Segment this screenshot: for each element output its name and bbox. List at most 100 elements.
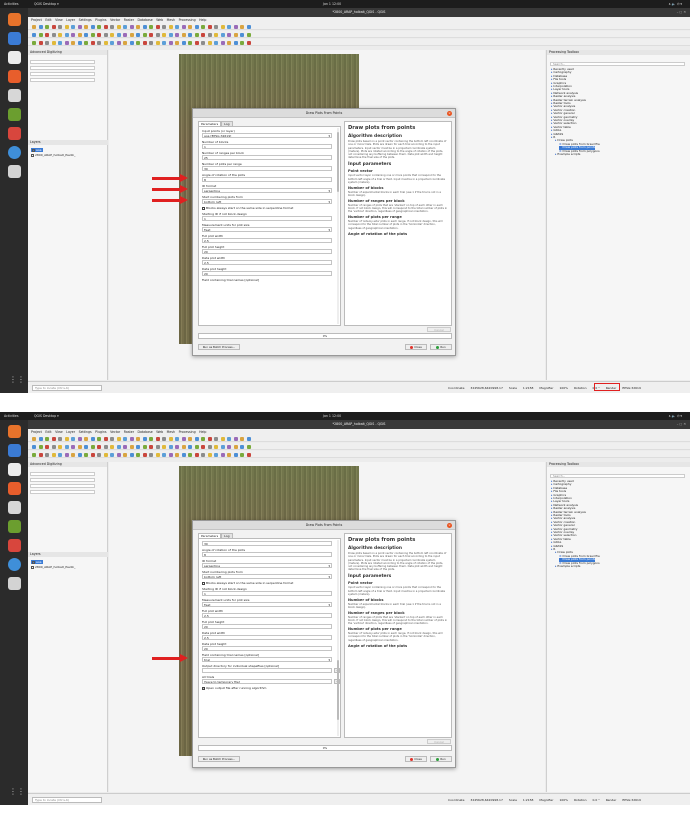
toolbar-tool-icon[interactable] (233, 32, 238, 37)
toolbar-tool-icon[interactable] (188, 436, 192, 441)
impress-icon[interactable] (8, 70, 21, 83)
toolbar-tool-icon[interactable] (64, 444, 69, 449)
toolbar-tool-icon[interactable] (142, 24, 147, 29)
toolbar-tool-icon[interactable] (136, 32, 140, 37)
toolbar-tool-icon[interactable] (155, 436, 160, 441)
toolbar-tool-icon[interactable] (214, 32, 218, 37)
toolbar-tool-icon[interactable] (201, 444, 205, 449)
toolbar-tool-icon[interactable] (220, 24, 225, 29)
toolbar-tool-icon[interactable] (58, 452, 62, 457)
toolbar-tool-icon[interactable] (246, 436, 251, 441)
toolbar-tool-icon[interactable] (129, 436, 134, 441)
system-tray[interactable]: ⯅ 🔈 ⏻ ▾ (668, 0, 682, 8)
toolbar-tool-icon[interactable] (227, 444, 231, 449)
toolbar-tool-icon[interactable] (168, 24, 173, 29)
param-dropdown[interactable]: serpentine (202, 563, 332, 568)
toolbar-tool-icon[interactable] (116, 436, 121, 441)
menu-settings[interactable]: Settings (79, 430, 92, 434)
help-icon[interactable] (8, 146, 21, 159)
toolbar-tool-icon[interactable] (168, 452, 173, 457)
toolbar-tool-icon[interactable] (123, 40, 127, 45)
toolbar-tool-icon[interactable] (201, 452, 205, 457)
dialog-close-icon[interactable]: × (447, 111, 452, 116)
close-button[interactable]: Close (405, 344, 427, 350)
layer-visibility-checkbox[interactable] (32, 148, 35, 152)
menu-database[interactable]: Database (138, 18, 153, 22)
toolbar-tool-icon[interactable] (103, 436, 108, 441)
parameters-scrollbar[interactable] (337, 540, 339, 736)
window-controls[interactable]: – ▢ ✕ (677, 420, 686, 429)
param-input[interactable]: 1 (202, 591, 332, 596)
run-button[interactable]: Run (430, 344, 452, 350)
toolbar-tool-icon[interactable] (194, 452, 199, 457)
toolbar-tool-icon[interactable] (38, 452, 43, 457)
param-dropdown[interactable]: bottom_left (202, 199, 332, 204)
magnifier-field[interactable]: 100% (559, 798, 568, 802)
toolbar-tool-icon[interactable] (90, 444, 95, 449)
menu-raster[interactable]: Raster (124, 430, 134, 434)
toolbar-tool-icon[interactable] (220, 452, 225, 457)
toolbar-tool-icon[interactable] (84, 452, 88, 457)
toolbar-tool-icon[interactable] (149, 436, 153, 441)
toolbar-tool-icon[interactable] (129, 40, 134, 45)
checkbox-icon[interactable] (202, 206, 205, 210)
param-dropdown[interactable]: trial (202, 657, 332, 662)
toolbar-tool-icon[interactable] (64, 452, 69, 457)
coordinate-field[interactable]: 3245628,6420998.17 (470, 798, 502, 802)
toolbar-tool-icon[interactable] (51, 452, 56, 457)
toolbar-tool-icon[interactable] (116, 452, 121, 457)
toolbar-tool-icon[interactable] (32, 32, 36, 37)
toolbar-tool-icon[interactable] (64, 24, 69, 29)
toolbar-tool-icon[interactable] (181, 24, 186, 29)
layer-item[interactable]: aoa (31, 560, 43, 564)
toolbar-tool-icon[interactable] (207, 436, 212, 441)
toolbar-tool-icon[interactable] (207, 452, 212, 457)
toolbar-tool-icon[interactable] (188, 444, 192, 449)
toolbar-tool-icon[interactable] (162, 436, 166, 441)
toolbar-tool-icon[interactable] (214, 452, 218, 457)
toolbar-tool-icon[interactable] (155, 40, 160, 45)
trash-icon[interactable] (8, 577, 21, 590)
toolbar-tool-icon[interactable] (246, 32, 251, 37)
toolbar-tool-icon[interactable] (233, 24, 238, 29)
scrollbar-thumb[interactable] (337, 660, 339, 720)
toolbar-tool-icon[interactable] (32, 24, 36, 29)
cancel-button[interactable]: Cancel (427, 739, 451, 744)
param-input[interactable]: 1 (202, 144, 332, 149)
toolbar-tool-icon[interactable] (45, 24, 49, 29)
app-menu[interactable]: QGIS Desktop ▾ (34, 412, 59, 420)
toolbar-tool-icon[interactable] (227, 436, 231, 441)
toolbar-tool-icon[interactable] (58, 436, 62, 441)
checkbox-icon[interactable] (202, 581, 205, 585)
app-grid-icon[interactable]: ⋮⋮ (9, 374, 25, 385)
menu-web[interactable]: Web (156, 430, 163, 434)
toolbar-tool-icon[interactable] (227, 32, 231, 37)
toolbar-tool-icon[interactable] (240, 32, 244, 37)
magnifier-field[interactable]: 100% (559, 386, 568, 390)
menu-processing[interactable]: Processing (179, 430, 196, 434)
digitizing-d-field[interactable] (30, 78, 95, 82)
toolbar-tool-icon[interactable] (71, 40, 75, 45)
toolbar-tool-icon[interactable] (214, 444, 218, 449)
toolbar-tool-icon[interactable] (142, 32, 147, 37)
toolbar-tool-icon[interactable] (110, 452, 114, 457)
param-input[interactable]: 20 (202, 624, 332, 629)
param-checkbox[interactable]: ✓Open output file after running algorith… (202, 686, 266, 690)
window-controls[interactable]: – ▢ ✕ (677, 8, 686, 17)
toolbar-tool-icon[interactable] (240, 40, 244, 45)
toolbar-tool-icon[interactable] (188, 452, 192, 457)
param-input[interactable] (202, 668, 332, 673)
activities-button[interactable]: Activities (4, 0, 19, 8)
menu-help[interactable]: Help (199, 18, 206, 22)
param-dropdown[interactable]: Feet (202, 602, 332, 607)
toolbar-tool-icon[interactable] (71, 452, 75, 457)
toolbar-tool-icon[interactable] (227, 452, 231, 457)
toolbar-tool-icon[interactable] (136, 40, 140, 45)
toolbar-tool-icon[interactable] (58, 444, 62, 449)
toolbar-tool-icon[interactable] (155, 24, 160, 29)
toolbar-tool-icon[interactable] (51, 32, 56, 37)
menu-help[interactable]: Help (199, 430, 206, 434)
toolbar-tool-icon[interactable] (58, 32, 62, 37)
layer-visibility-checkbox[interactable] (32, 560, 35, 564)
toolbar-tool-icon[interactable] (97, 436, 101, 441)
